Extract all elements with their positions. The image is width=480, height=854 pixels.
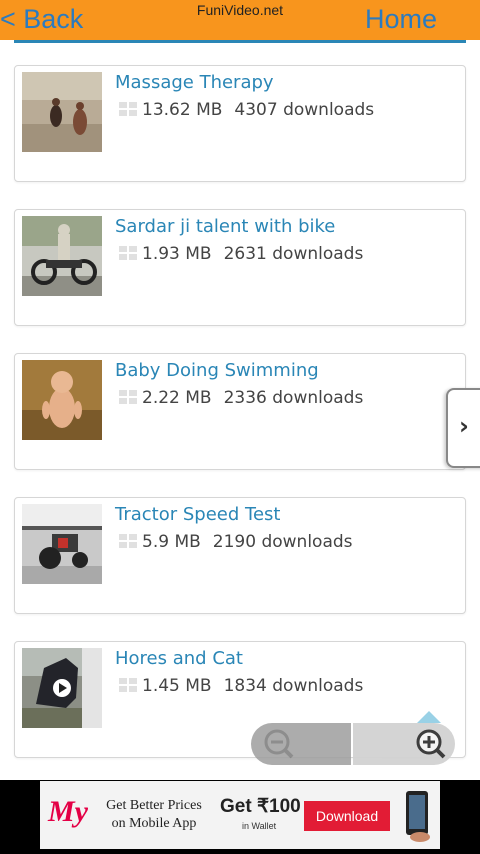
ad-offer: Get ₹100 — [220, 796, 301, 817]
video-title[interactable]: Baby Doing Swimming — [115, 360, 319, 381]
file-size-icon — [119, 246, 137, 260]
video-meta: 13.62 MB 4307 downloads — [119, 100, 374, 120]
file-size: 5.9 MB — [142, 532, 201, 552]
top-bar: < Back FuniVideo.net Home — [0, 0, 480, 40]
ad-tagline-line2: on Mobile App — [111, 816, 197, 831]
ad-offer-sub: in Wallet — [242, 821, 277, 831]
chevron-right-icon: › — [459, 412, 469, 440]
ad-download-button[interactable]: Download — [304, 801, 390, 831]
file-size: 1.93 MB — [142, 244, 212, 264]
phone-icon — [406, 791, 430, 842]
file-size-icon — [119, 102, 137, 116]
download-count: 2336 downloads — [223, 388, 364, 408]
video-card[interactable]: Sardar ji talent with bike 1.93 MB 2631 d… — [14, 209, 466, 326]
zoom-pointer — [417, 711, 441, 723]
video-title[interactable]: Tractor Speed Test — [115, 504, 280, 525]
video-meta: 5.9 MB 2190 downloads — [119, 532, 353, 552]
video-card[interactable]: Massage Therapy 13.62 MB 4307 downloads — [14, 65, 466, 182]
zoom-out-button[interactable] — [251, 723, 351, 765]
ad-logo: My — [48, 795, 88, 828]
tab-underline-right — [278, 40, 466, 43]
horse-thumbnail[interactable] — [22, 648, 102, 728]
video-card[interactable]: Baby Doing Swimming 2.22 MB 2336 download… — [14, 353, 466, 470]
side-drawer-tab[interactable]: › — [446, 388, 480, 468]
home-button[interactable]: Home — [365, 4, 437, 35]
file-size: 2.22 MB — [142, 388, 212, 408]
video-meta: 1.93 MB 2631 downloads — [119, 244, 363, 264]
tab-underline — [14, 40, 278, 43]
video-title[interactable]: Sardar ji talent with bike — [115, 216, 335, 237]
file-size: 13.62 MB — [142, 100, 223, 120]
file-size: 1.45 MB — [142, 676, 212, 696]
file-size-icon — [119, 534, 137, 548]
download-count: 2190 downloads — [212, 532, 353, 552]
file-size-icon — [119, 390, 137, 404]
baby-thumbnail[interactable] — [22, 360, 102, 440]
ad-banner[interactable]: My Get Better Prices on Mobile App Get ₹… — [40, 781, 440, 849]
video-card[interactable]: Tractor Speed Test 5.9 MB 2190 downloads — [14, 497, 466, 614]
ad-tagline: Get Better Prices on Mobile App — [96, 797, 212, 833]
download-count: 1834 downloads — [223, 676, 364, 696]
download-count: 4307 downloads — [234, 100, 375, 120]
zoom-in-icon — [416, 729, 446, 759]
video-meta: 2.22 MB 2336 downloads — [119, 388, 363, 408]
file-size-icon — [119, 678, 137, 692]
video-title[interactable]: Massage Therapy — [115, 72, 274, 93]
tractor-thumbnail[interactable] — [22, 504, 102, 584]
ad-tagline-line1: Get Better Prices — [106, 798, 202, 813]
zoom-out-icon — [264, 729, 294, 759]
beach-scene-thumbnail[interactable] — [22, 72, 102, 152]
download-count: 2631 downloads — [223, 244, 364, 264]
video-meta: 1.45 MB 1834 downloads — [119, 676, 363, 696]
video-title[interactable]: Hores and Cat — [115, 648, 243, 669]
zoom-controls — [251, 711, 455, 765]
zoom-in-button[interactable] — [353, 723, 455, 765]
bike-rider-thumbnail[interactable] — [22, 216, 102, 296]
